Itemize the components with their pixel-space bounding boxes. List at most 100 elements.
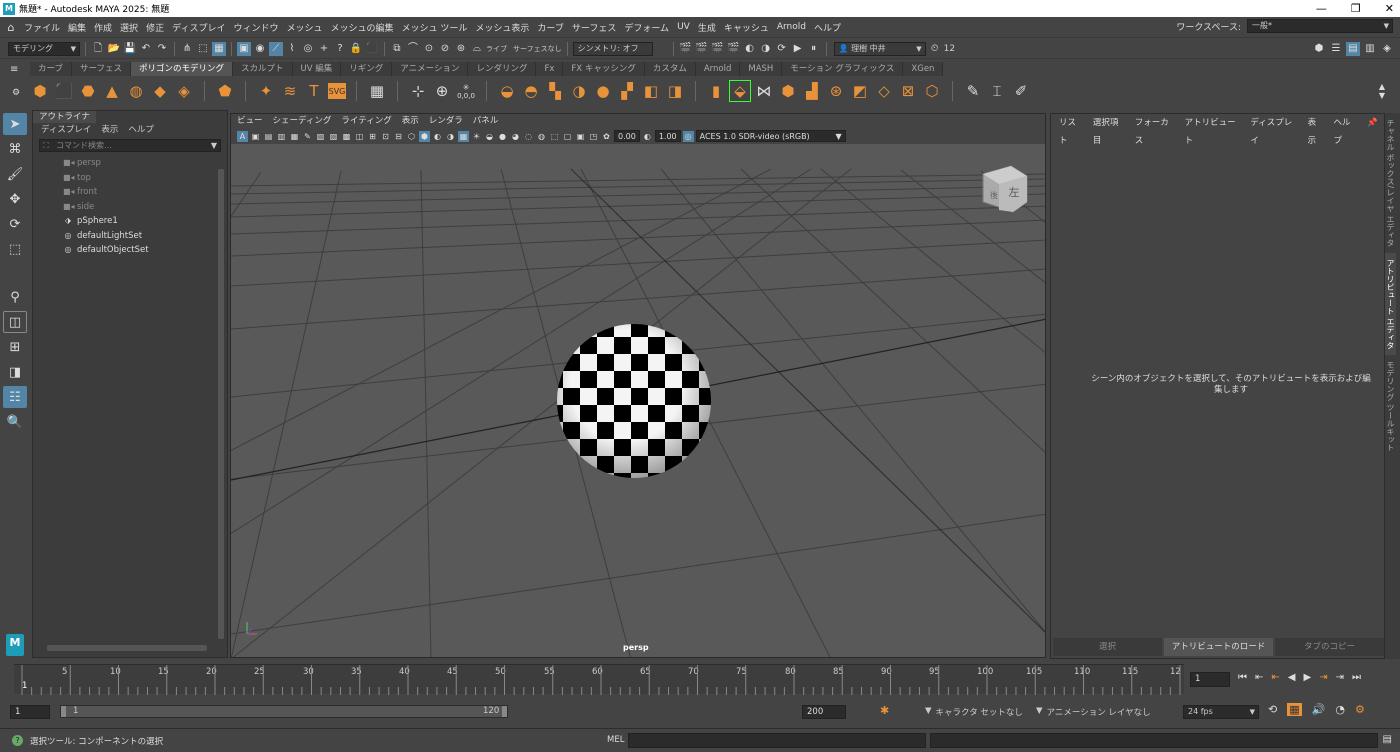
menu-surfaces[interactable]: サーフェス	[568, 21, 620, 34]
select-misc-icon[interactable]: ⬛	[365, 42, 379, 56]
shelf-tab-surfaces[interactable]: サーフェス	[72, 62, 131, 76]
sound-icon[interactable]: 🔊	[1312, 703, 1326, 716]
use-all-lights-icon[interactable]: ☀	[471, 131, 482, 142]
select-camera-icon[interactable]: A	[237, 130, 248, 142]
step-back-key-icon[interactable]: ⇤	[1255, 672, 1263, 683]
new-scene-icon[interactable]: 🗋	[91, 42, 105, 56]
edge-loop-icon[interactable]: ⊠	[898, 81, 918, 101]
select-by-rendering-icon[interactable]: ?	[333, 42, 347, 56]
script-editor-icon[interactable]: ▤	[1383, 734, 1392, 745]
side-tab-channel-box[interactable]: チャネル ボックス/レイヤ エディタ	[1385, 113, 1396, 253]
shelf-tab-sculpting[interactable]: スカルプト	[233, 62, 293, 76]
menu-uv[interactable]: UV	[673, 22, 694, 32]
quad-draw-icon[interactable]: ◇	[874, 81, 894, 101]
menu-display[interactable]: ディスプレイ	[168, 21, 229, 34]
depth-of-field-icon[interactable]: ◍	[536, 131, 547, 142]
anim-prefs-icon[interactable]: ⚙	[1355, 703, 1365, 716]
range-slider[interactable]: 1 120	[60, 705, 508, 718]
shelf-tab-fx-caching[interactable]: FX キャッシング	[563, 62, 645, 76]
paint-select-icon[interactable]: ✐	[1011, 81, 1031, 101]
select-tool-icon[interactable]: ➤	[3, 113, 27, 135]
user-account-dropdown[interactable]: 👤 理樹 中井 ▼	[833, 42, 926, 56]
bevel-icon[interactable]: ⬢	[778, 81, 798, 101]
single-perspective-icon[interactable]: ◫	[3, 311, 27, 333]
poly-plane-icon[interactable]: ◆	[150, 81, 170, 101]
poly-torus-icon[interactable]: ◍	[126, 81, 146, 101]
view-transform-dropdown[interactable]: ACES 1.0 SDR-video (sRGB) ▼	[695, 130, 846, 142]
restore-button[interactable]: ❐	[1351, 0, 1361, 17]
outliner-vscrollbar[interactable]	[218, 169, 224, 639]
default-material-icon[interactable]: ◐	[432, 131, 443, 142]
arnold-ipr-icon[interactable]: ⟳	[775, 42, 789, 56]
center-pivot-icon[interactable]: ⊹	[408, 81, 428, 101]
outliner-hscrollbar[interactable]	[47, 645, 207, 651]
extrude-icon[interactable]: ▮	[706, 81, 726, 101]
play-backwards-icon[interactable]: ◀	[1288, 672, 1296, 683]
step-forward-frame-icon[interactable]: ⇥	[1319, 672, 1327, 683]
viewport-menu-panels[interactable]: パネル	[473, 114, 499, 128]
anim-layer-dropdown[interactable]: アニメーション レイヤなし	[1047, 706, 1151, 718]
undo-icon[interactable]: ↶	[139, 42, 153, 56]
attr-menu-attributes[interactable]: アトリビュート	[1185, 114, 1241, 146]
sculpt-pencil-icon[interactable]: ✎	[963, 81, 983, 101]
open-scene-icon[interactable]: 📂	[107, 42, 121, 56]
four-view-icon[interactable]: ⊞	[3, 336, 27, 358]
render-current-icon[interactable]: 🎬	[695, 42, 709, 56]
menu-file[interactable]: ファイル	[20, 21, 64, 34]
copy-tab-button[interactable]: タブのコピー	[1275, 638, 1384, 656]
load-attributes-button[interactable]: アトリビュートのロード	[1164, 638, 1273, 656]
redo-icon[interactable]: ↷	[155, 42, 169, 56]
menu-modify[interactable]: 修正	[142, 21, 168, 34]
loop-icon[interactable]: ⟲	[1268, 703, 1277, 716]
fps-dropdown[interactable]: 24 fps ▼	[1183, 705, 1259, 719]
layer-editor-toggle-icon[interactable]: ◈	[1380, 42, 1394, 56]
snap-grid-icon[interactable]: ⧉	[390, 42, 404, 56]
clock-icon[interactable]: ⏲	[928, 42, 942, 56]
menu-edit-mesh[interactable]: メッシュの編集	[326, 21, 397, 34]
film-gate-icon[interactable]: ▨	[328, 131, 339, 142]
viewport-menu-view[interactable]: ビュー	[237, 114, 263, 128]
anti-alias-icon[interactable]: ◌	[523, 131, 534, 142]
gamma-icon[interactable]: ◐	[642, 131, 653, 142]
boolean-icon[interactable]: ◑	[569, 81, 589, 101]
shelf-tab-arnold[interactable]: Arnold	[695, 62, 741, 76]
select-by-dynamic-icon[interactable]: +	[317, 42, 331, 56]
select-by-joint-icon[interactable]: ◉	[253, 42, 267, 56]
menu-window[interactable]: ウィンドウ	[229, 21, 282, 34]
attr-menu-list[interactable]: リスト	[1059, 114, 1083, 146]
attr-menu-display[interactable]: ディスプレイ	[1250, 114, 1297, 146]
outliner-layout-icon[interactable]: ☷	[3, 386, 27, 408]
lasso-tool-icon[interactable]: ⌘	[3, 138, 27, 160]
attribute-editor-toggle-icon[interactable]: ☰	[1329, 42, 1343, 56]
poly-cube-icon[interactable]: ⬛	[54, 81, 74, 101]
auto-key-icon[interactable]: ✱	[880, 704, 889, 717]
rotate-tool-icon[interactable]: ⟳	[3, 213, 27, 235]
poly-cylinder-icon[interactable]: ⬣	[78, 81, 98, 101]
xray-joints-icon[interactable]: ▣	[575, 131, 586, 142]
select-object-icon[interactable]: ⬚	[196, 42, 210, 56]
viewport-menu-show[interactable]: 表示	[402, 114, 419, 128]
wireframe-on-shaded-icon[interactable]: ◑	[445, 131, 456, 142]
paint-select-tool-icon[interactable]: 🖌	[3, 163, 27, 185]
maya-home-icon[interactable]: M	[6, 634, 24, 656]
shelf-tab-xgen[interactable]: XGen	[903, 62, 944, 76]
gamma-field[interactable]: 1.00	[654, 130, 681, 142]
render-settings-icon[interactable]: 🎬	[727, 42, 741, 56]
search-options-icon[interactable]: ▼	[211, 140, 217, 151]
lock-icon[interactable]: 🔒	[349, 42, 363, 56]
notification-count[interactable]: 12	[944, 44, 955, 54]
remesh-icon[interactable]: ◨	[665, 81, 685, 101]
grid-toggle-icon[interactable]: ▧	[315, 131, 326, 142]
save-scene-icon[interactable]: 💾	[123, 42, 137, 56]
play-ipr-icon[interactable]: ▶	[791, 42, 805, 56]
reduce-icon[interactable]: ▞	[617, 81, 637, 101]
freeze-transform-icon[interactable]: ⊕	[432, 81, 452, 101]
exposure-field[interactable]: 0.00	[614, 130, 640, 142]
poly-disc-icon[interactable]: ◈	[174, 81, 194, 101]
menu-cache[interactable]: キャッシュ	[720, 21, 773, 34]
range-start-handle[interactable]	[61, 706, 66, 717]
append-polygon-icon[interactable]: ⊛	[826, 81, 846, 101]
attr-menu-selected[interactable]: 選択項目	[1093, 114, 1125, 146]
menu-mesh-tools[interactable]: メッシュ ツール	[398, 21, 472, 34]
shadows-icon[interactable]: ◒	[484, 131, 495, 142]
